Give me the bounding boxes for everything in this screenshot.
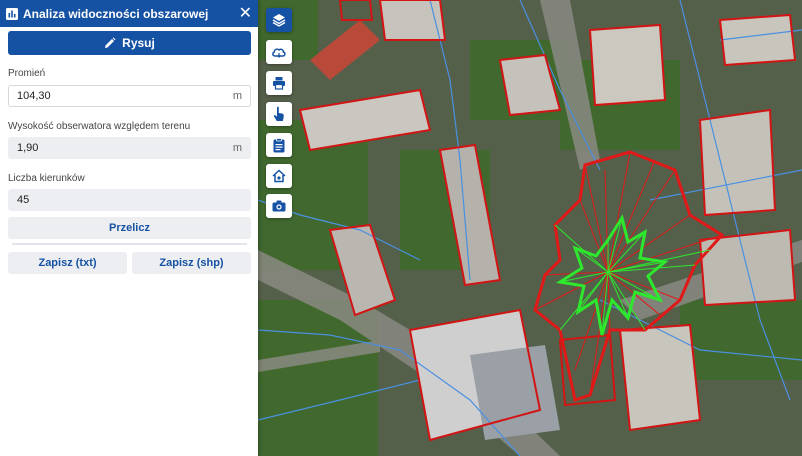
recalculate-button[interactable]: Przelicz	[8, 217, 251, 239]
identify-button[interactable]	[266, 102, 292, 126]
close-icon[interactable]: ✕	[239, 5, 252, 22]
panel-title: Analiza widoczności obszarowej	[23, 6, 209, 21]
observer-height-unit: m	[232, 142, 242, 154]
radius-value: 104,30	[17, 90, 51, 102]
directions-label: Liczba kierunków	[8, 173, 85, 184]
panel-header: Analiza widoczności obszarowej ✕	[0, 0, 258, 27]
clipboard-icon	[273, 137, 285, 153]
viewshed-panel: Analiza widoczności obszarowej ✕ Rysuj P…	[0, 0, 258, 456]
cloud-button[interactable]	[266, 40, 292, 64]
print-button[interactable]	[266, 71, 292, 95]
layers-button[interactable]	[266, 8, 292, 32]
print-icon	[272, 76, 286, 90]
save-shp-button[interactable]: Zapisz (shp)	[132, 252, 251, 274]
camera-icon	[272, 200, 286, 212]
home-icon	[272, 169, 286, 183]
cloud-icon	[271, 45, 287, 59]
layers-icon	[272, 13, 286, 27]
directions-value: 45	[17, 194, 30, 206]
home-button[interactable]	[266, 164, 292, 188]
save-txt-button[interactable]: Zapisz (txt)	[8, 252, 127, 274]
radius-unit: m	[232, 90, 242, 102]
draw-button[interactable]: Rysuj	[8, 31, 251, 55]
radius-label: Promień	[8, 68, 46, 79]
radius-input[interactable]: 104,30 m	[8, 85, 251, 107]
clipboard-button[interactable]	[266, 133, 292, 157]
observer-height-label: Wysokość obserwatora względem terenu	[8, 121, 191, 132]
draw-button-label: Rysuj	[122, 36, 155, 50]
screenshot-button[interactable]	[266, 194, 292, 218]
divider	[12, 243, 247, 245]
pencil-icon	[104, 37, 116, 49]
chart-icon	[6, 7, 18, 20]
observer-height-input[interactable]: 1,90 m	[8, 137, 251, 159]
observer-height-value: 1,90	[17, 142, 39, 154]
hand-pointer-icon	[272, 106, 286, 122]
directions-input[interactable]: 45	[8, 189, 251, 211]
